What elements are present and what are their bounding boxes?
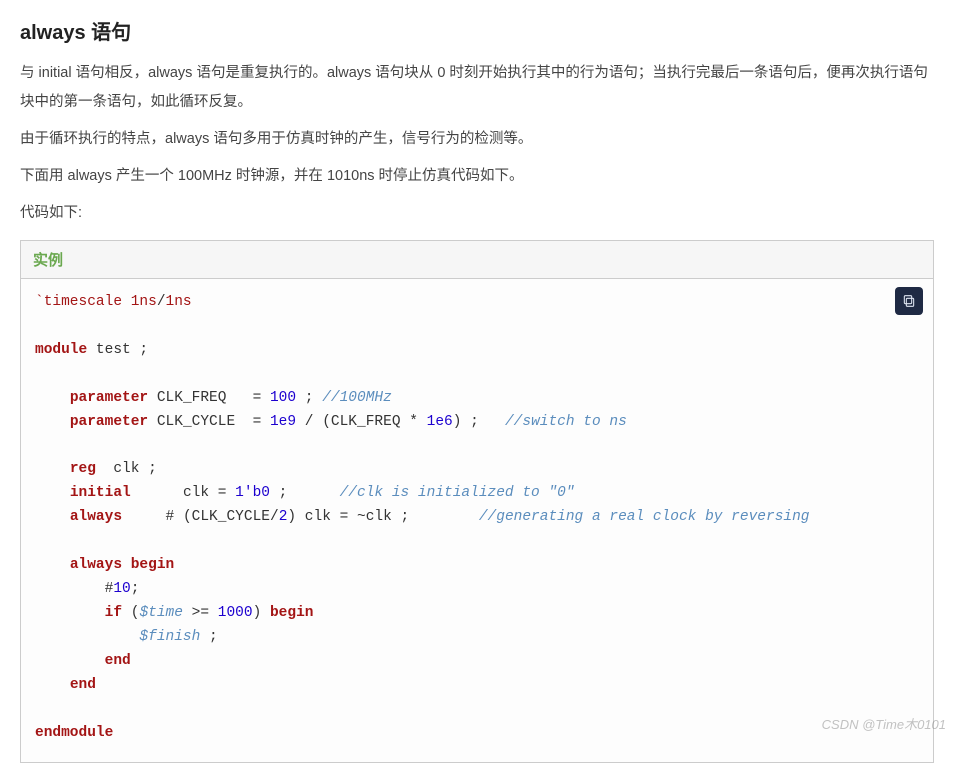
code-token: >= — [192, 605, 209, 621]
code-token: parameter — [70, 390, 148, 406]
code-token: reg — [70, 461, 96, 477]
code-pre: `timescale 1ns/1ns module test ; paramet… — [35, 291, 919, 746]
code-token: if — [105, 605, 122, 621]
code-token: begin — [131, 557, 175, 573]
code-token: ) — [453, 414, 462, 430]
code-token: end — [70, 677, 96, 693]
code-token: clk — [305, 509, 331, 525]
code-token: $time — [139, 605, 183, 621]
paragraph-4: 代码如下: — [20, 199, 934, 228]
code-comment: //generating a real clock by reversing — [479, 509, 810, 525]
code-token: ; — [209, 629, 218, 645]
code-comment: //clk is initialized to "0" — [340, 485, 575, 501]
code-token: always — [70, 557, 122, 573]
code-token: CLK_FREQ — [157, 390, 227, 406]
section-heading: always 语句 — [20, 16, 934, 45]
code-token: parameter — [70, 414, 148, 430]
code-token: / — [157, 294, 166, 310]
code-token: clk — [183, 485, 209, 501]
code-token: = — [218, 485, 227, 501]
code-token: clk — [113, 461, 139, 477]
code-token: test — [96, 342, 131, 358]
code-token: 1000 — [218, 605, 253, 621]
code-comment: //switch to ns — [505, 414, 627, 430]
code-token: `timescale — [35, 294, 122, 310]
code-token: 1e6 — [427, 414, 453, 430]
code-token: = — [340, 509, 349, 525]
code-token: CLK_CYCLE — [192, 509, 270, 525]
code-token: end — [105, 653, 131, 669]
code-comment: //100MHz — [322, 390, 392, 406]
code-token: CLK_FREQ — [331, 414, 401, 430]
code-token: clk — [366, 509, 392, 525]
code-token: module — [35, 342, 87, 358]
code-token: $finish — [139, 629, 200, 645]
code-block: `timescale 1ns/1ns module test ; paramet… — [21, 279, 933, 762]
code-token: = — [253, 414, 262, 430]
code-token: always — [70, 509, 122, 525]
code-token: endmodule — [35, 725, 113, 741]
code-token: 1e9 — [270, 414, 296, 430]
copy-icon — [901, 293, 917, 309]
paragraph-1: 与 initial 语句相反，always 语句是重复执行的。always 语句… — [20, 59, 934, 117]
code-token: begin — [270, 605, 314, 621]
code-token: = — [253, 390, 262, 406]
code-token: 1ns — [166, 294, 192, 310]
code-token: ( — [183, 509, 192, 525]
code-token: / — [305, 414, 314, 430]
paragraph-3: 下面用 always 产生一个 100MHz 时钟源，并在 1010ns 时停止… — [20, 162, 934, 191]
code-token: # — [166, 509, 175, 525]
code-token: / — [270, 509, 279, 525]
code-token: 10 — [113, 581, 130, 597]
code-token: ; — [131, 581, 140, 597]
code-token: ~ — [357, 509, 366, 525]
code-token: 1ns — [131, 294, 157, 310]
code-token: CLK_CYCLE — [157, 414, 235, 430]
code-token: 1'b0 — [235, 485, 270, 501]
code-token: ) — [287, 509, 296, 525]
paragraph-2: 由于循环执行的特点，always 语句多用于仿真时钟的产生，信号行为的检测等。 — [20, 125, 934, 154]
code-token: 100 — [270, 390, 296, 406]
example-container: 实例 `timescale 1ns/1ns module test ; para… — [20, 240, 934, 763]
code-token: * — [409, 414, 418, 430]
copy-button[interactable] — [895, 287, 923, 315]
code-token: ) — [253, 605, 262, 621]
example-title: 实例 — [21, 241, 933, 279]
code-token: initial — [70, 485, 131, 501]
code-token: ( — [322, 414, 331, 430]
